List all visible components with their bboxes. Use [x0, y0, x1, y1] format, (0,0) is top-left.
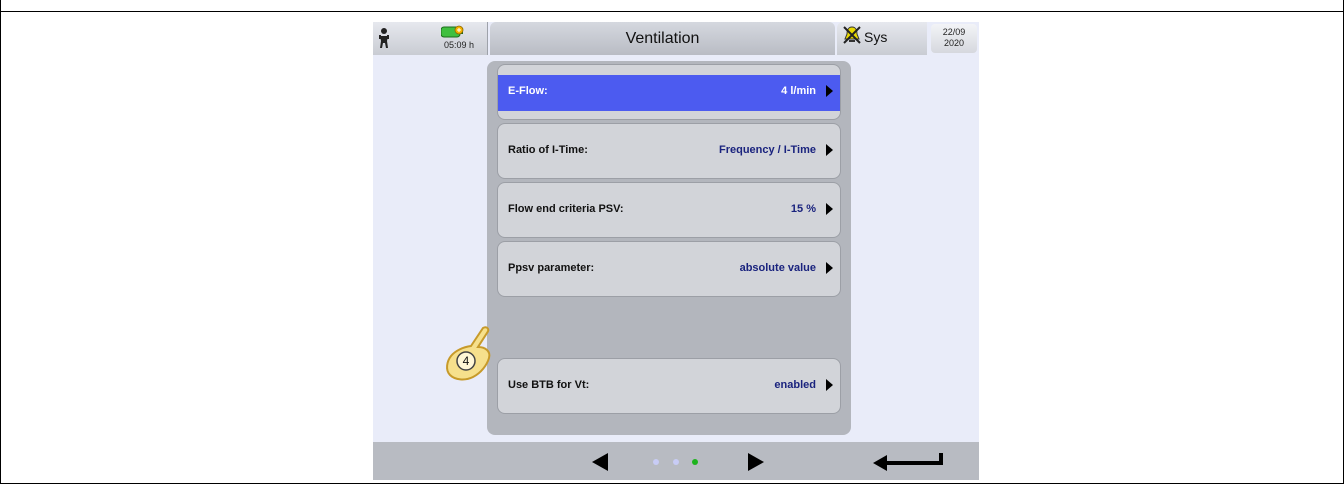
chevron-right-icon — [826, 85, 833, 97]
chevron-right-icon — [826, 379, 833, 391]
setting-label: Use BTB for Vt: — [508, 379, 590, 391]
footer-nav — [373, 442, 979, 480]
setting-row-use-btb-for-vt[interactable]: Use BTB for Vt: enabled — [497, 358, 841, 414]
alarm-silenced-icon — [843, 26, 861, 44]
setting-row-e-flow[interactable]: E-Flow: 4 l/min — [497, 64, 841, 120]
chevron-right-icon — [826, 203, 833, 215]
alarm-label: Sys — [864, 29, 888, 45]
setting-label: Flow end criteria PSV: — [508, 203, 624, 215]
finger-pointer-icon: 4 — [446, 326, 491, 381]
setting-value: 15 % — [790, 203, 816, 215]
chevron-right-icon — [826, 144, 833, 156]
device-screen: 05:09 h Ventilation Sys 22/09 2020 E-Flo… — [373, 22, 979, 480]
battery-icon — [441, 25, 464, 38]
setting-row-ratio-of-i-time[interactable]: Ratio of I-Time: Frequency / I-Time — [497, 123, 841, 179]
frame-divider — [0, 11, 1344, 12]
date-display: 22/09 2020 — [931, 24, 977, 53]
chevron-right-icon — [826, 262, 833, 274]
page-dot-2 — [673, 459, 679, 465]
settings-panel: E-Flow: 4 l/min Ratio of I-Time: Frequen… — [487, 61, 851, 435]
status-left: 05:09 h — [373, 22, 488, 55]
frame-top-strip — [1, 0, 1343, 11]
enter-icon[interactable] — [871, 450, 945, 472]
setting-label: Ratio of I-Time: — [508, 144, 588, 156]
status-header: 05:09 h Ventilation Sys 22/09 2020 — [373, 22, 979, 55]
setting-value: enabled — [774, 379, 816, 391]
date-day-month: 22/09 — [942, 27, 966, 37]
page-dot-1 — [653, 459, 659, 465]
next-arrow-icon[interactable] — [748, 453, 764, 471]
date-year: 2020 — [943, 38, 965, 48]
setting-label: E-Flow: — [508, 85, 548, 97]
marker-number: 4 — [463, 354, 470, 368]
setting-value: absolute value — [739, 262, 816, 274]
prev-arrow-icon[interactable] — [592, 453, 608, 471]
setting-value: 4 l/min — [781, 85, 816, 97]
setting-label: Ppsv parameter: — [508, 262, 595, 274]
battery-time: 05:09 h — [443, 40, 475, 50]
setting-row-flow-end-criteria[interactable]: Flow end criteria PSV: 15 % — [497, 182, 841, 238]
screen-title: Ventilation — [490, 22, 835, 55]
setting-value: Frequency / I-Time — [719, 144, 816, 156]
alarm-status[interactable]: Sys — [837, 22, 927, 55]
setting-row-ppsv-parameter[interactable]: Ppsv parameter: absolute value — [497, 241, 841, 297]
patient-icon — [379, 28, 389, 48]
page-dot-3 — [692, 459, 698, 465]
